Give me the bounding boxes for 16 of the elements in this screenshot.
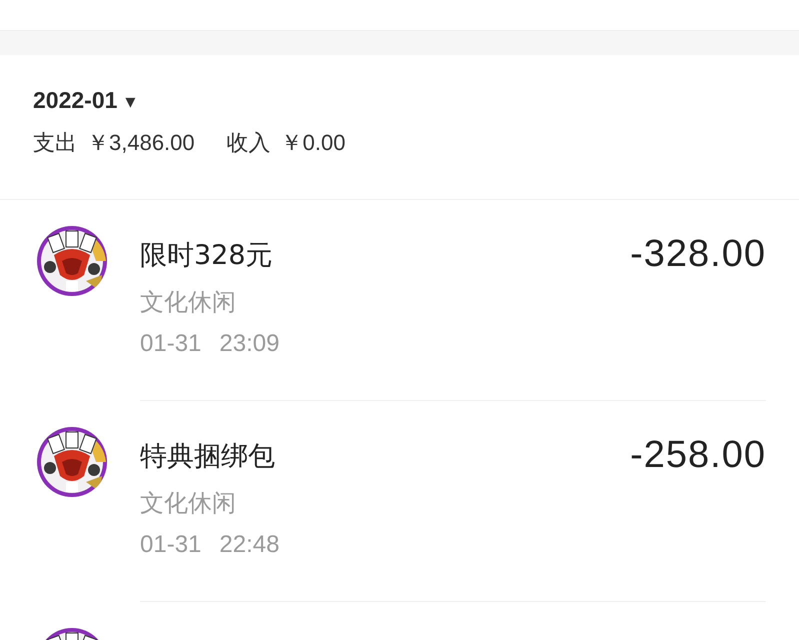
expense-label: 支出 — [33, 129, 77, 157]
transaction-amount: -328.00 — [630, 233, 766, 276]
income-total: ￥0.00 — [280, 129, 346, 157]
transaction-amount: -258.00 — [630, 434, 766, 477]
transaction-title: 限时328元 — [140, 238, 273, 272]
transaction-time: 23:09 — [219, 330, 280, 358]
transaction-date: 01-31 — [140, 531, 202, 559]
dropdown-icon[interactable]: ▾ — [125, 90, 136, 110]
expense-total: ￥3,486.00 — [87, 129, 195, 157]
month-selector[interactable]: 2022-01 — [33, 87, 118, 114]
transaction-title: 特典捆绑包 — [140, 440, 275, 474]
transaction-time: 22:48 — [219, 531, 280, 559]
transaction-category: 文化休闲 — [140, 488, 237, 519]
income-label: 收入 — [226, 129, 271, 157]
transaction-category: 文化休闲 — [140, 287, 237, 318]
transaction-date: 01-31 — [140, 330, 202, 358]
